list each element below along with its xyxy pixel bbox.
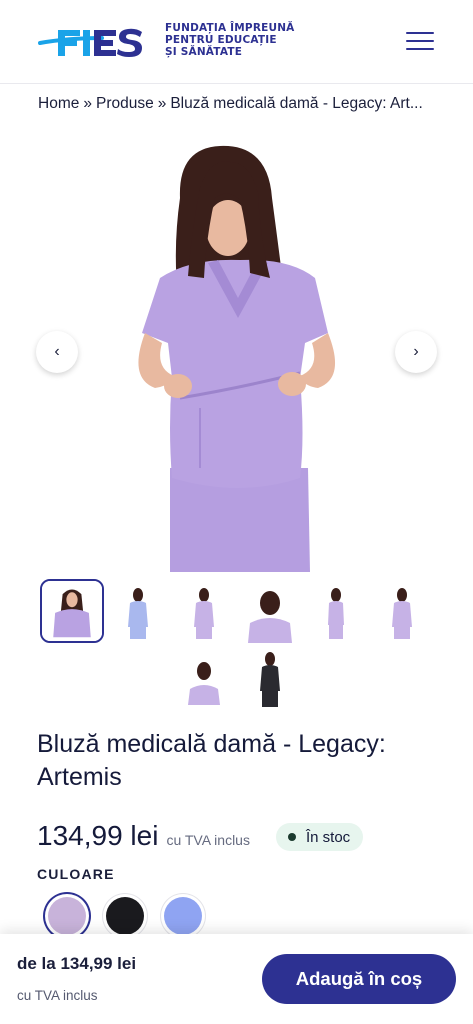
stock-badge: În stoc — [276, 823, 364, 851]
thumbnail-2[interactable] — [106, 579, 170, 643]
fies-logo[interactable] — [38, 22, 146, 62]
breadcrumb-home[interactable]: Home — [38, 95, 79, 112]
sticky-vat-note: cu TVA inclus — [17, 988, 98, 1003]
breadcrumb-products[interactable]: Produse — [96, 95, 154, 112]
tagline-line: ȘI SĂNĂTATE — [165, 46, 243, 58]
thumbnail-5[interactable] — [304, 579, 368, 643]
thumbnail-7[interactable] — [172, 645, 236, 709]
product-main-image[interactable] — [100, 138, 373, 572]
logo-tagline: FUNDAȚIA ÎMPREUNĂ PENTRU EDUCAȚIE ȘI SĂN… — [165, 22, 295, 58]
thumbnail-1[interactable] — [40, 579, 104, 643]
price-row: 134,99 lei cu TVA inclus — [37, 820, 250, 854]
tagline-line: PENTRU EDUCAȚIE — [165, 34, 277, 46]
vat-note: cu TVA inclus — [166, 832, 250, 848]
stock-label: În stoc — [306, 828, 351, 846]
chevron-left-icon[interactable]: ‹ — [36, 331, 78, 373]
sticky-cart-bar: de la 134,99 lei cu TVA inclus Adaugă în… — [0, 934, 473, 1024]
product-gallery: ‹ › — [0, 138, 473, 572]
breadcrumb-separator: » — [157, 95, 167, 112]
product-price: 134,99 lei — [37, 820, 159, 851]
stock-dot-icon — [288, 833, 296, 841]
breadcrumb: Home» Produse» Bluză medicală damă - Legac… — [38, 95, 438, 113]
color-swatch-blue[interactable] — [164, 897, 202, 935]
sticky-price: de la 134,99 lei — [17, 954, 137, 973]
color-swatch-lavender[interactable] — [48, 897, 86, 935]
menu-bar — [406, 32, 434, 35]
site-header: FUNDAȚIA ÎMPREUNĂ PENTRU EDUCAȚIE ȘI SĂN… — [0, 0, 473, 84]
breadcrumb-separator: » — [83, 95, 92, 112]
chevron-right-icon[interactable]: › — [395, 331, 437, 373]
thumbnail-8[interactable] — [238, 645, 302, 709]
color-label: CULOARE — [37, 866, 115, 882]
add-to-cart-button[interactable]: Adaugă în coș — [262, 954, 456, 1004]
thumbnail-3[interactable] — [172, 579, 236, 643]
menu-bar — [406, 39, 434, 43]
breadcrumb-current: Bluză medicală damă - Legacy: Art... — [170, 95, 423, 112]
thumbnail-4[interactable] — [238, 579, 302, 643]
hamburger-menu-icon[interactable] — [406, 32, 434, 52]
color-swatch-black[interactable] — [106, 897, 144, 935]
menu-bar — [406, 47, 434, 51]
thumbnail-6[interactable] — [370, 579, 434, 643]
tagline-line: FUNDAȚIA ÎMPREUNĂ — [165, 22, 295, 34]
product-title: Bluză medicală damă - Legacy: Artemis — [37, 730, 386, 791]
